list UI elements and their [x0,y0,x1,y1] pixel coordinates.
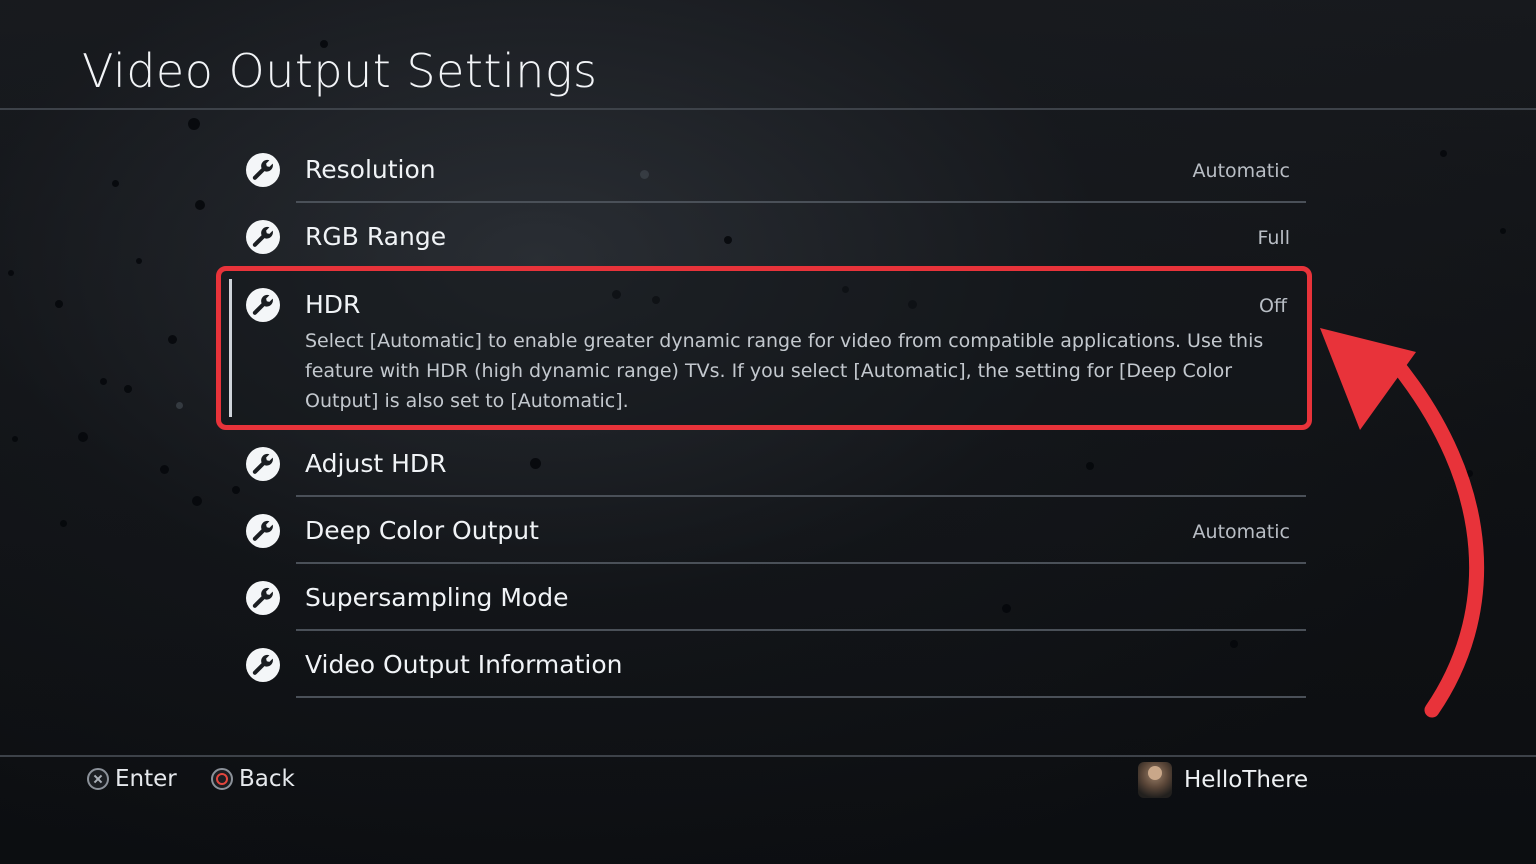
background-speck [8,270,14,276]
menu-item-label: Video Output Information [305,650,623,679]
wrench-icon [246,581,280,615]
annotation-arrow-shaft [1382,348,1485,718]
page-title: Video Output Settings [82,44,598,98]
menu-item-deep-color-output[interactable]: Deep Color Output Automatic [230,497,1306,564]
footer-divider [0,755,1536,757]
background-speck [168,335,177,344]
user-name: HelloThere [1184,767,1309,793]
background-speck [160,465,169,474]
menu-item-hdr[interactable]: HDR Off Select [Automatic] to enable gre… [216,266,1312,430]
wrench-icon [246,288,280,322]
background-speck [188,118,200,130]
background-speck [12,436,18,442]
wrench-icon [246,153,280,187]
menu-item-adjust-hdr[interactable]: Adjust HDR [230,430,1306,497]
background-speck [1500,228,1506,234]
menu-item-resolution[interactable]: Resolution Automatic [230,136,1306,203]
menu-item-value: Full [1257,227,1291,249]
annotation-arrow [1320,328,1485,718]
menu-item-label: Adjust HDR [305,449,447,478]
focus-indicator [229,279,232,417]
menu-item-label: Resolution [305,155,436,184]
menu-item-value: Off [1258,295,1287,317]
menu-item-rgb-range[interactable]: RGB Range Full [230,203,1306,270]
wrench-icon [246,648,280,682]
menu-item-value: Automatic [1192,521,1290,543]
wrench-icon [246,447,280,481]
menu-item-label: Deep Color Output [305,516,539,545]
header-divider [0,108,1536,110]
background-speck [136,258,142,264]
enter-label: Enter [115,766,177,792]
menu-item-supersampling-mode[interactable]: Supersampling Mode [230,564,1306,631]
back-label: Back [239,766,295,792]
user-profile[interactable]: HelloThere [1138,760,1308,800]
background-speck [60,520,67,527]
menu-item-description: Select [Automatic] to enable greater dyn… [305,330,1264,412]
background-speck [195,200,205,210]
background-speck [100,378,107,385]
menu-item-value: Automatic [1192,160,1290,182]
background-speck [192,496,202,506]
menu-item-label: Supersampling Mode [305,583,569,612]
avatar [1138,762,1172,798]
wrench-icon [246,514,280,548]
background-speck [124,385,132,393]
menu-item-label: HDR [305,290,361,319]
back-button[interactable]: Back [211,764,295,794]
background-speck [176,402,183,409]
circle-button-icon [211,768,233,790]
video-output-settings-screen: Video Output Settings Resolution Automat… [0,0,1536,864]
wrench-icon [246,220,280,254]
background-speck [1440,150,1447,157]
enter-button[interactable]: Enter [87,764,177,794]
menu-item-label: RGB Range [305,222,447,251]
background-speck [78,432,88,442]
cross-button-icon [87,768,109,790]
background-speck [112,180,119,187]
background-speck [55,300,63,308]
menu-item-video-output-information[interactable]: Video Output Information [230,631,1306,698]
row-divider [296,696,1306,698]
